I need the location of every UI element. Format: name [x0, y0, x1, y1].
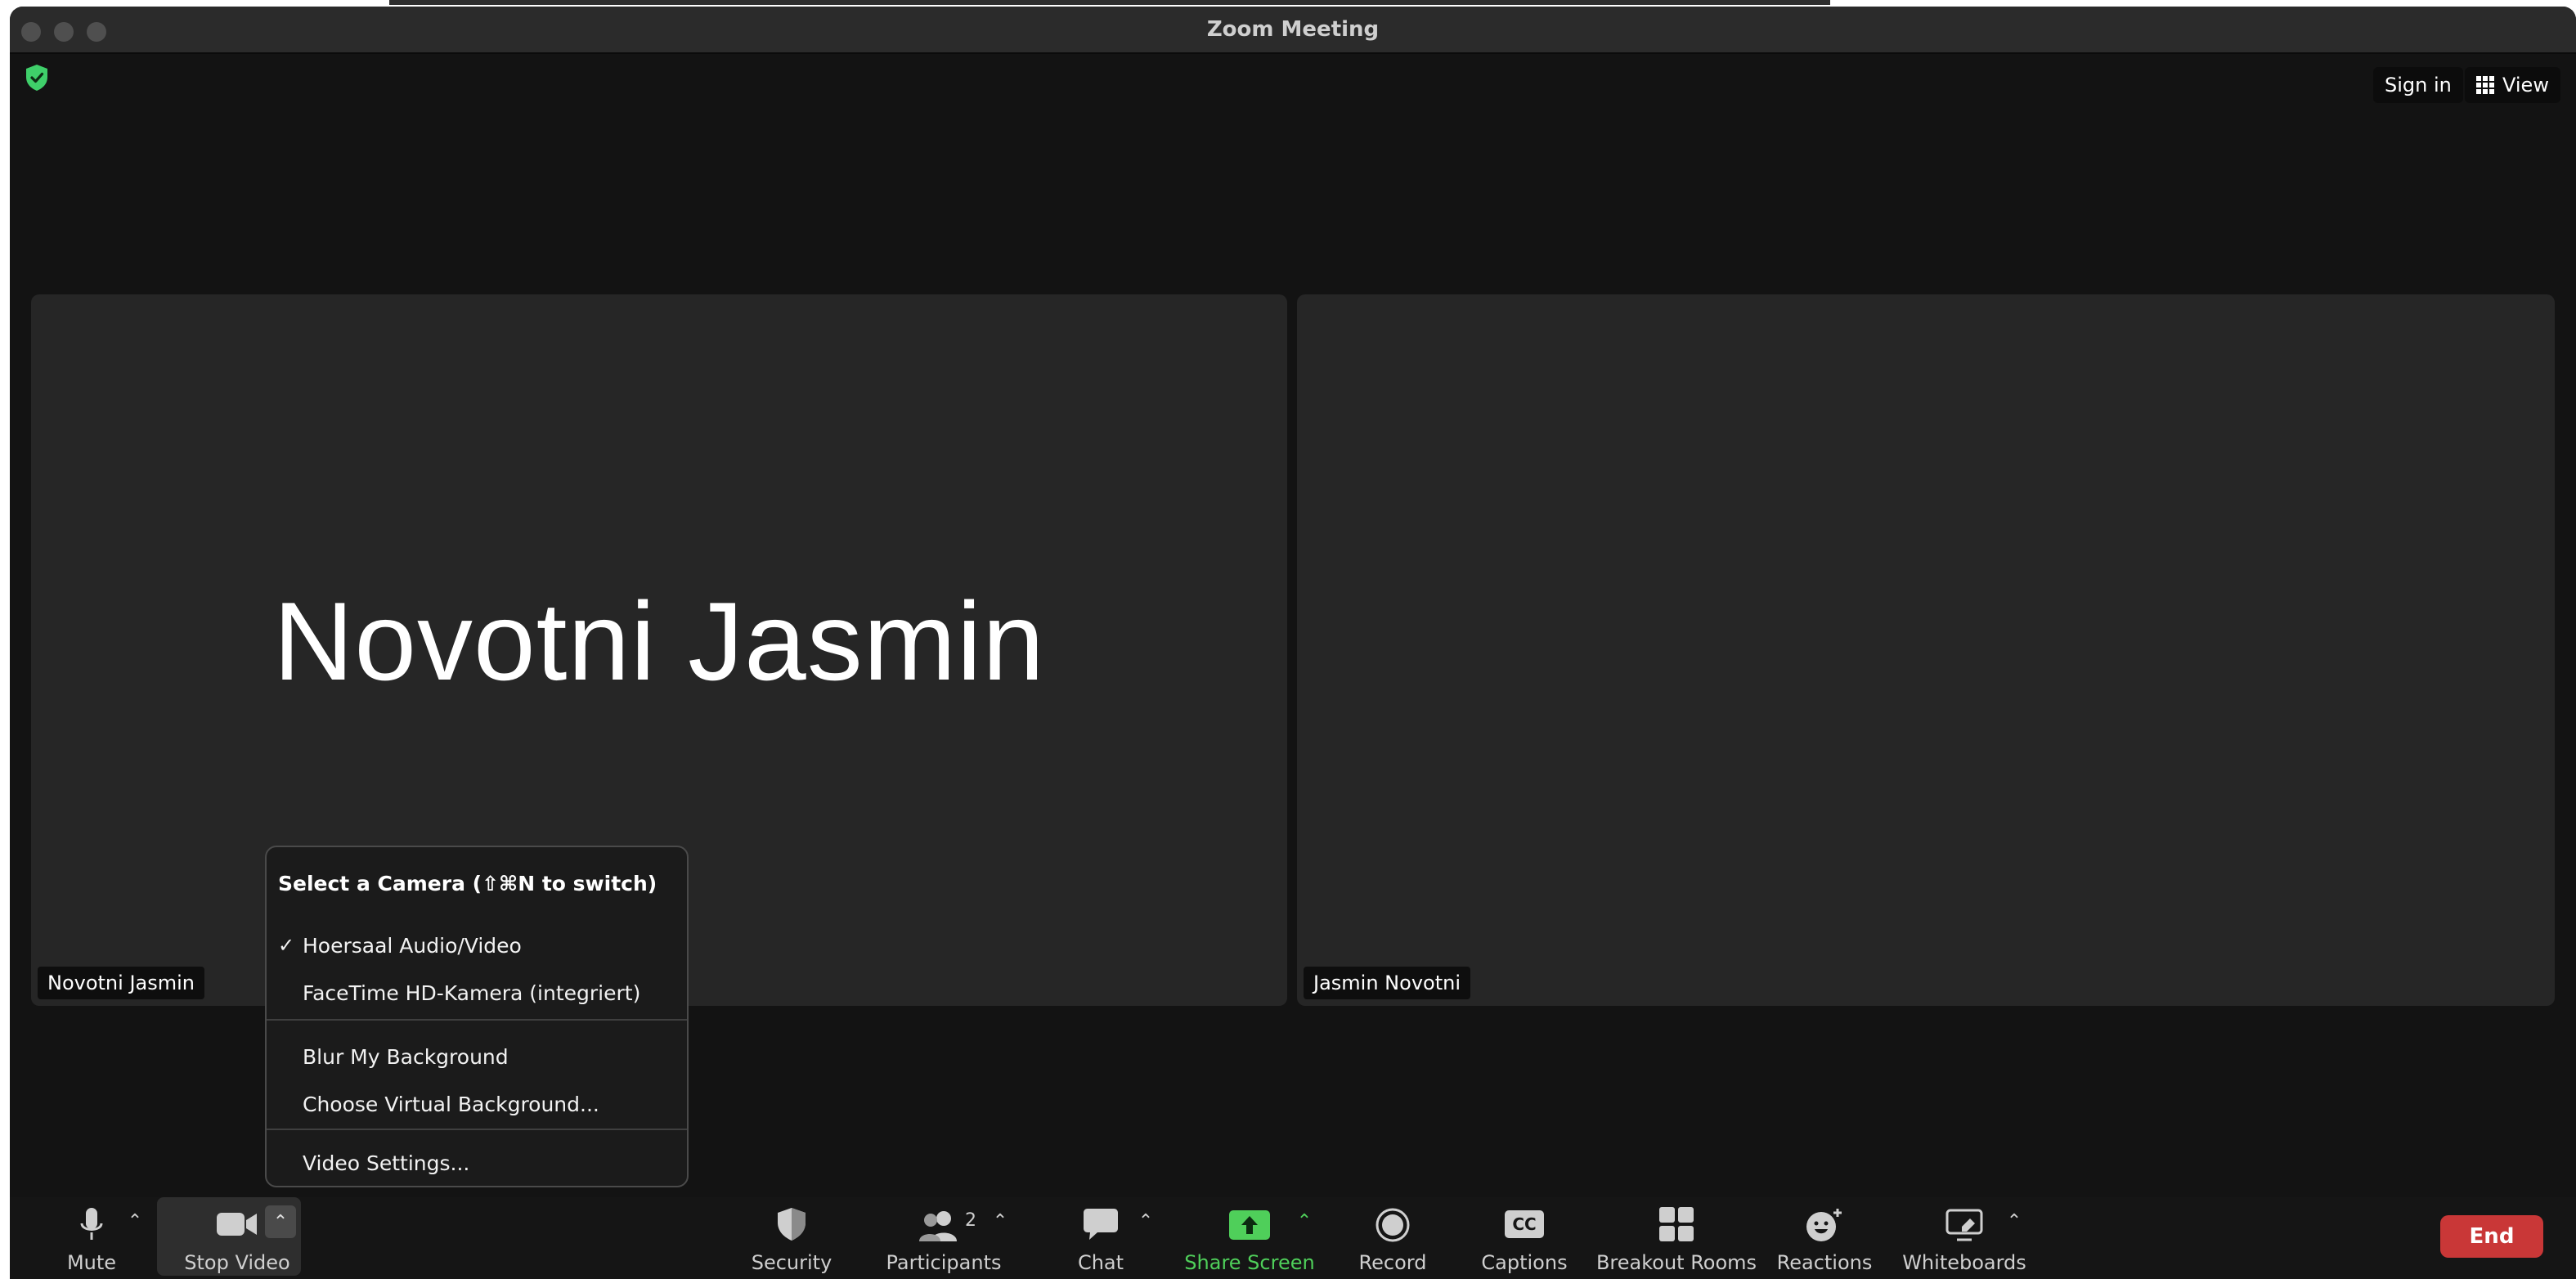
breakout-rooms-grid-icon: [1659, 1207, 1694, 1241]
desktop: Zoom Meeting Sign in View Novotni Jasmin…: [0, 0, 2576, 1279]
security-label: Security: [751, 1251, 832, 1274]
end-meeting-button[interactable]: End: [2440, 1215, 2543, 1258]
audio-options-chevron-icon[interactable]: ⌃: [123, 1209, 147, 1233]
stop-video-label: Stop Video: [184, 1251, 290, 1274]
blur-background-option[interactable]: Blur My Background: [267, 1035, 687, 1078]
desktop-top-edge: [0, 0, 2576, 7]
share-options-chevron-icon[interactable]: ⌃: [1292, 1209, 1317, 1233]
video-settings-option[interactable]: Video Settings...: [267, 1142, 687, 1184]
zoom-window-button[interactable]: [87, 22, 106, 42]
reactions-button[interactable]: Reactions: [1768, 1197, 1881, 1279]
captions-label: Captions: [1481, 1251, 1568, 1274]
closed-captions-icon: CC: [1505, 1210, 1544, 1238]
meeting-toolbar: Mute ⌃ Stop Video ⌃ Security Participant…: [10, 1197, 2576, 1279]
view-label: View: [2502, 74, 2549, 96]
camera-option-hoersaal[interactable]: ✓ Hoersaal Audio/Video: [267, 924, 687, 967]
participants-options-chevron-icon[interactable]: ⌃: [988, 1209, 1012, 1233]
window-title: Zoom Meeting: [1206, 17, 1380, 42]
title-bar: Zoom Meeting: [10, 7, 2576, 54]
share-screen-arrow-icon: [1229, 1210, 1270, 1240]
grid-icon: [2476, 76, 2494, 94]
chat-bubble-icon: [1084, 1209, 1118, 1240]
menu-divider: [267, 1019, 687, 1021]
view-button[interactable]: View: [2465, 67, 2560, 103]
video-options-chevron-icon[interactable]: ⌃: [265, 1205, 296, 1238]
mute-label: Mute: [66, 1251, 117, 1274]
virtual-background-option[interactable]: Choose Virtual Background...: [267, 1083, 687, 1125]
chat-options-chevron-icon[interactable]: ⌃: [1133, 1209, 1158, 1233]
minimize-window-button[interactable]: [54, 22, 74, 42]
record-icon: [1376, 1208, 1410, 1242]
menu-item-label: Video Settings...: [303, 1151, 470, 1175]
checkmark-icon: ✓: [278, 934, 295, 957]
security-button[interactable]: Security: [734, 1197, 849, 1279]
participants-icon: [919, 1211, 957, 1241]
captions-button[interactable]: CC Captions: [1467, 1197, 1582, 1279]
close-window-button[interactable]: [21, 22, 41, 42]
desktop-left-edge: [0, 0, 10, 1279]
whiteboards-label: Whiteboards: [1902, 1251, 2026, 1274]
background-window-edge: [389, 0, 1830, 5]
menu-item-label: Blur My Background: [303, 1044, 509, 1069]
camera-option-label: FaceTime HD-Kamera (integriert): [303, 981, 641, 1005]
share-screen-label: Share Screen: [1184, 1251, 1315, 1274]
reactions-label: Reactions: [1776, 1251, 1873, 1274]
breakout-rooms-label: Breakout Rooms: [1595, 1251, 1757, 1274]
chat-label: Chat: [1077, 1251, 1124, 1274]
breakout-rooms-button[interactable]: Breakout Rooms: [1590, 1197, 1763, 1279]
menu-header: Select a Camera (⇧⌘N to switch): [278, 872, 657, 895]
menu-divider: [267, 1129, 687, 1130]
record-button[interactable]: Record: [1340, 1197, 1446, 1279]
camera-option-facetime[interactable]: FaceTime HD-Kamera (integriert): [267, 972, 687, 1014]
camera-select-menu: Select a Camera (⇧⌘N to switch) ✓ Hoersa…: [265, 846, 689, 1187]
shield-icon: [778, 1208, 806, 1241]
emoji-reaction-icon: [1806, 1209, 1842, 1241]
sign-in-label: Sign in: [2385, 74, 2452, 96]
participants-count-badge: 2: [965, 1210, 976, 1231]
microphone-icon: [80, 1208, 103, 1240]
video-camera-icon: [217, 1213, 257, 1236]
whiteboards-options-chevron-icon[interactable]: ⌃: [2002, 1209, 2026, 1233]
sign-in-button[interactable]: Sign in: [2373, 67, 2463, 103]
menu-item-label: Choose Virtual Background...: [303, 1092, 599, 1116]
participant-name-tag: Novotni Jasmin: [38, 967, 204, 999]
whiteboard-icon: [1945, 1209, 1983, 1241]
participant-name-tag: Jasmin Novotni: [1304, 967, 1470, 999]
zoom-meeting-window: Zoom Meeting Sign in View Novotni Jasmin…: [10, 7, 2576, 1279]
encryption-shield-icon[interactable]: [25, 64, 49, 92]
camera-option-label: Hoersaal Audio/Video: [303, 933, 522, 958]
record-label: Record: [1358, 1251, 1427, 1274]
participants-label: Participants: [886, 1251, 1002, 1274]
participant-tile[interactable]: Jasmin Novotni: [1297, 294, 2555, 1006]
